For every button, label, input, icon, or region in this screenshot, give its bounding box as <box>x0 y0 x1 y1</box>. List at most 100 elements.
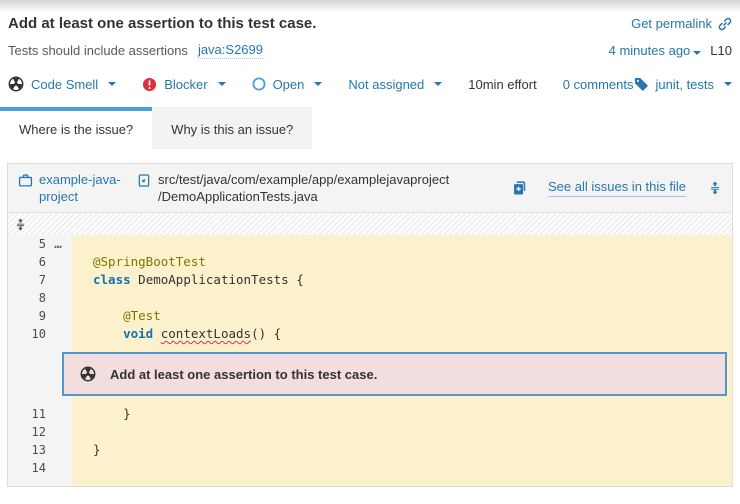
severity-dropdown[interactable]: Blocker <box>142 77 225 92</box>
code-token: @SpringBootTest <box>93 254 206 269</box>
code-table: 5…6 @SpringBootTest 7 class DemoApplication… <box>8 235 732 486</box>
issue-row: Add at least one assertion to this test … <box>8 343 732 405</box>
pin-file-button[interactable] <box>512 180 527 196</box>
line-number[interactable]: 7 <box>8 271 46 289</box>
code-row: 14 <box>8 459 732 477</box>
code-line <box>72 289 732 307</box>
comments-link[interactable]: 0 comments <box>563 77 634 92</box>
code-row: 10 void contextLoads() { <box>8 325 732 343</box>
status-label: Open <box>273 77 305 92</box>
issue-type-dropdown[interactable]: Code Smell <box>8 76 116 92</box>
line-number[interactable]: 14 <box>8 459 46 477</box>
updated-label: 4 minutes ago <box>609 43 691 58</box>
line-number[interactable]: 12 <box>8 423 46 441</box>
project-link[interactable]: example-java-project <box>39 171 127 205</box>
permalink-label: Get permalink <box>631 16 712 31</box>
code-token: DemoApplicationTests { <box>131 272 304 287</box>
issue-row-cell: Add at least one assertion to this test … <box>72 343 732 405</box>
code-row: 5… <box>8 235 732 253</box>
code-line <box>72 459 732 477</box>
issue-tabs: Where is the issue? Why is this an issue… <box>0 107 740 149</box>
code-line <box>72 423 732 441</box>
line-gutter: 10 <box>8 325 72 343</box>
line-number[interactable]: 13 <box>8 441 46 459</box>
line-number[interactable]: 8 <box>8 289 46 307</box>
get-permalink-link[interactable]: Get permalink <box>631 16 732 31</box>
chevron-down-icon <box>108 82 116 86</box>
expand-vertical-icon <box>708 180 722 196</box>
page-title: Add at least one assertion to this test … <box>8 15 316 32</box>
code-line: class DemoApplicationTests { <box>72 271 732 289</box>
code-token: contextLoads <box>161 326 251 341</box>
line-gutter: 9 <box>8 307 72 325</box>
code-token <box>93 326 123 341</box>
expand-lines-above[interactable] <box>8 213 732 235</box>
rule-description: Tests should include assertions <box>8 43 188 58</box>
changelog-dropdown[interactable]: 4 minutes ago <box>609 43 702 58</box>
fold-ellipsis <box>46 307 70 325</box>
chevron-down-icon <box>218 82 226 86</box>
line-gutter: 6 <box>8 253 72 271</box>
assignee-dropdown[interactable]: Not assigned <box>348 77 442 92</box>
code-row: 11 } <box>8 405 732 423</box>
code-row: 13} <box>8 441 732 459</box>
code-token <box>93 308 123 323</box>
code-line: @SpringBootTest <box>72 253 732 271</box>
file-path-text: src/test/java/com/example/app/examplejav… <box>158 171 449 205</box>
code-line: } <box>72 441 732 459</box>
link-icon <box>718 17 732 31</box>
code-row: 12 <box>8 423 732 441</box>
line-gutter: 5… <box>8 235 72 253</box>
fold-ellipsis <box>46 459 70 477</box>
see-all-issues-link[interactable]: See all issues in this file <box>548 179 686 197</box>
line-number[interactable]: 6 <box>8 253 46 271</box>
code-token: } <box>93 406 131 421</box>
line-gutter: 13 <box>8 441 72 459</box>
line-number[interactable]: 11 <box>8 405 46 423</box>
fold-ellipsis <box>46 253 70 271</box>
code-line <box>72 235 732 253</box>
code-token: @Test <box>123 308 161 323</box>
fold-ellipsis <box>46 441 70 459</box>
issue-message-text: Add at least one assertion to this test … <box>110 367 377 382</box>
file-path: src/test/java/com/example/app/examplejav… <box>137 171 503 205</box>
effort-label: 10min effort <box>468 77 536 92</box>
tags-dropdown[interactable]: junit, tests <box>634 77 733 92</box>
rule-key-link[interactable]: java:S2699 <box>198 42 263 59</box>
code-lines-after: 11 }1213}14 <box>8 405 732 477</box>
tab-where-is-the-issue[interactable]: Where is the issue? <box>0 107 152 149</box>
tab-why-is-this-an-issue[interactable]: Why is this an issue? <box>152 107 312 149</box>
fit-file-button[interactable] <box>708 180 722 196</box>
line-number[interactable]: 5 <box>8 235 46 253</box>
open-circle-icon <box>252 77 266 91</box>
line-number[interactable]: 10 <box>8 325 46 343</box>
status-dropdown[interactable]: Open <box>252 77 323 92</box>
code-row: 7 class DemoApplicationTests { <box>8 271 732 289</box>
line-number[interactable]: 9 <box>8 307 46 325</box>
fold-ellipsis <box>46 325 70 343</box>
code-token <box>153 326 161 341</box>
issue-toolbar: Code Smell Blocker Open Not assigned 10m… <box>0 76 740 92</box>
copy-plus-icon <box>512 180 527 196</box>
code-row: 9 @Test <box>8 307 732 325</box>
tag-icon <box>634 77 649 92</box>
tags-label: junit, tests <box>656 77 715 92</box>
source-viewer: example-java-project src/test/java/com/e… <box>7 163 733 487</box>
blocker-icon <box>142 77 157 92</box>
file-path-line2: /DemoApplicationTests.java <box>158 188 449 205</box>
code-line: void contextLoads() { <box>72 325 732 343</box>
issue-message-box[interactable]: Add at least one assertion to this test … <box>62 352 727 396</box>
line-gutter: 11 <box>8 405 72 423</box>
line-reference: L10 <box>710 43 732 58</box>
briefcase-icon <box>18 173 33 188</box>
fold-ellipsis <box>46 423 70 441</box>
issue-type-label: Code Smell <box>31 77 98 92</box>
issue-header: Add at least one assertion to this test … <box>0 15 740 59</box>
code-line: @Test <box>72 307 732 325</box>
code-smell-icon <box>8 76 24 92</box>
code-token: void <box>123 326 153 341</box>
chevron-down-icon <box>314 82 322 86</box>
navbar-shadow <box>0 0 740 12</box>
fold-ellipsis <box>46 271 70 289</box>
fold-ellipsis <box>46 405 70 423</box>
